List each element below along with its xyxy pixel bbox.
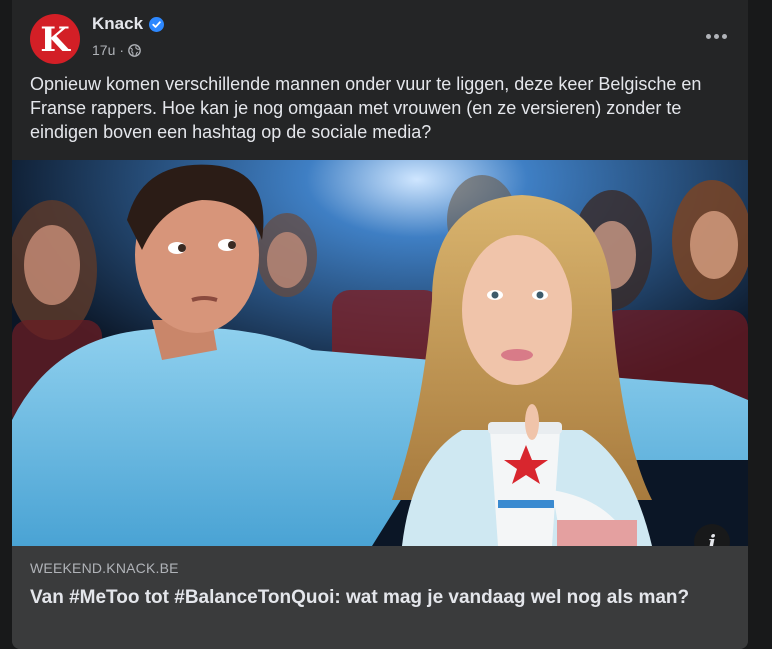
avatar-logo-letter: K xyxy=(40,19,70,60)
link-title: Van #MeToo tot #BalanceTonQuoi: wat mag … xyxy=(30,587,690,608)
post-card: K Knack 17u · Opnieuw komen verschillend… xyxy=(12,0,748,649)
post-header: K Knack 17u · xyxy=(12,0,748,66)
cinema-couple-photo xyxy=(12,160,748,546)
post-timestamp[interactable]: 17u xyxy=(92,42,115,58)
post-text: Opnieuw komen verschillende mannen onder… xyxy=(30,74,702,142)
more-options-button[interactable] xyxy=(698,18,734,54)
post-meta: 17u · xyxy=(92,42,141,58)
page-name-link[interactable]: Knack xyxy=(92,14,165,34)
link-preview[interactable]: WEEKEND.KNACK.BE Van #MeToo tot #Balance… xyxy=(12,546,748,649)
more-options-icon xyxy=(705,33,727,39)
link-preview-image[interactable]: i xyxy=(12,160,748,546)
link-domain: WEEKEND.KNACK.BE xyxy=(30,560,179,576)
page-avatar[interactable]: K xyxy=(30,14,80,64)
info-icon: i xyxy=(708,530,716,546)
meta-separator: · xyxy=(119,42,125,58)
verified-badge-icon xyxy=(149,16,165,32)
page-name: Knack xyxy=(92,14,144,33)
globe-icon[interactable] xyxy=(128,43,141,57)
